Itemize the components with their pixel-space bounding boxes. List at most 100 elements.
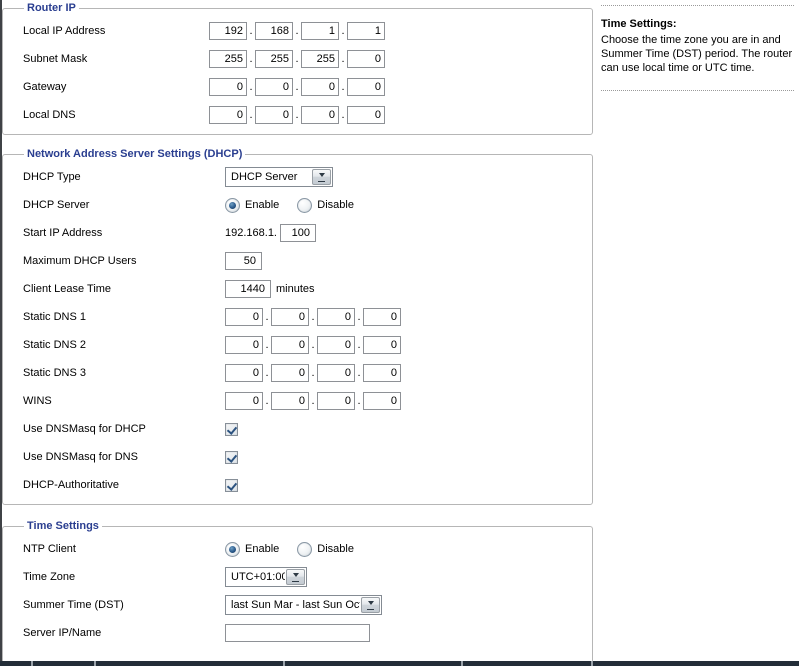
dnsmasq-dns-checkbox[interactable] bbox=[225, 451, 238, 464]
ntp-client-disable-radio[interactable] bbox=[297, 542, 312, 557]
dhcp-server-enable-radio[interactable] bbox=[225, 198, 240, 213]
local-ip-octet-4-input[interactable] bbox=[347, 22, 385, 40]
static-dns-3-input-group: . . . bbox=[225, 364, 401, 382]
ntp-client-row: NTP Client Enable Disable bbox=[23, 535, 592, 563]
chevron-down-icon bbox=[293, 573, 299, 580]
client-lease-time-unit: minutes bbox=[276, 283, 315, 295]
bottom-bar-divider bbox=[591, 661, 593, 666]
static-dns-2-label: Static DNS 2 bbox=[23, 339, 225, 351]
dnsmasq-dhcp-row: Use DNSMasq for DHCP bbox=[23, 415, 592, 443]
chevron-down-icon bbox=[367, 609, 374, 610]
wins-octet-1-input[interactable] bbox=[225, 392, 263, 410]
static-dns-2-octet-2-input[interactable] bbox=[271, 336, 309, 354]
dot-separator: . bbox=[247, 81, 255, 93]
chevron-down-icon bbox=[292, 581, 299, 582]
subnet-octet-1-input[interactable] bbox=[209, 50, 247, 68]
maximum-dhcp-users-input[interactable] bbox=[225, 252, 262, 270]
static-dns-1-octet-4-input[interactable] bbox=[363, 308, 401, 326]
local-dns-octet-4-input[interactable] bbox=[347, 106, 385, 124]
subnet-mask-input-group: . . . bbox=[209, 50, 385, 68]
bottom-bar-divider bbox=[283, 661, 285, 666]
ntp-client-radio-group: Enable Disable bbox=[225, 542, 358, 557]
dhcp-server-radio-group: Enable Disable bbox=[225, 198, 358, 213]
dhcp-server-label: DHCP Server bbox=[23, 199, 225, 211]
local-dns-octet-3-input[interactable] bbox=[301, 106, 339, 124]
dhcp-type-select[interactable]: DHCP Server bbox=[225, 167, 333, 187]
subnet-octet-3-input[interactable] bbox=[301, 50, 339, 68]
dot-separator: . bbox=[263, 339, 271, 351]
gateway-octet-1-input[interactable] bbox=[209, 78, 247, 96]
start-ip-address-row: Start IP Address 192.168.1. bbox=[23, 219, 592, 247]
dot-separator: . bbox=[309, 367, 317, 379]
subnet-mask-row: Subnet Mask . . . bbox=[23, 45, 592, 73]
time-zone-dropdown-button[interactable] bbox=[286, 569, 305, 585]
local-ip-octet-1-input[interactable] bbox=[209, 22, 247, 40]
bottom-bar-cut-off bbox=[0, 661, 799, 666]
local-ip-octet-3-input[interactable] bbox=[301, 22, 339, 40]
subnet-octet-4-input[interactable] bbox=[347, 50, 385, 68]
bottom-bar-divider bbox=[461, 661, 463, 666]
chevron-down-icon bbox=[319, 173, 325, 180]
dot-separator: . bbox=[247, 53, 255, 65]
dhcp-server-disable-radio[interactable] bbox=[297, 198, 312, 213]
dhcp-authoritative-checkbox[interactable] bbox=[225, 479, 238, 492]
summer-time-dropdown-button[interactable] bbox=[361, 597, 380, 613]
client-lease-time-input[interactable] bbox=[225, 280, 271, 298]
dhcp-type-selected-value: DHCP Server bbox=[226, 168, 311, 186]
dot-separator: . bbox=[355, 311, 363, 323]
static-dns-1-row: Static DNS 1 . . . bbox=[23, 303, 592, 331]
static-dns-2-octet-1-input[interactable] bbox=[225, 336, 263, 354]
local-dns-octet-2-input[interactable] bbox=[255, 106, 293, 124]
static-dns-3-octet-4-input[interactable] bbox=[363, 364, 401, 382]
dhcp-server-enable-radio-label: Enable bbox=[245, 199, 279, 211]
wins-input-group: . . . bbox=[225, 392, 401, 410]
wins-octet-2-input[interactable] bbox=[271, 392, 309, 410]
subnet-octet-2-input[interactable] bbox=[255, 50, 293, 68]
static-dns-3-octet-1-input[interactable] bbox=[225, 364, 263, 382]
help-panel: Time Settings: Choose the time zone you … bbox=[601, 5, 794, 91]
dot-separator: . bbox=[247, 25, 255, 37]
static-dns-2-octet-4-input[interactable] bbox=[363, 336, 401, 354]
gateway-octet-3-input[interactable] bbox=[301, 78, 339, 96]
dhcp-authoritative-label: DHCP-Authoritative bbox=[23, 479, 225, 491]
time-zone-row: Time Zone UTC+01:00 bbox=[23, 563, 592, 591]
maximum-dhcp-users-label: Maximum DHCP Users bbox=[23, 255, 225, 267]
local-dns-input-group: . . . bbox=[209, 106, 385, 124]
summer-time-selected-value: last Sun Mar - last Sun Oct bbox=[226, 596, 360, 614]
dot-separator: . bbox=[263, 311, 271, 323]
static-dns-1-input-group: . . . bbox=[225, 308, 401, 326]
dot-separator: . bbox=[355, 339, 363, 351]
maximum-dhcp-users-row: Maximum DHCP Users bbox=[23, 247, 592, 275]
router-ip-section: Router IP Local IP Address . . . Subnet … bbox=[2, 2, 593, 135]
dhcp-section-legend: Network Address Server Settings (DHCP) bbox=[24, 148, 245, 160]
static-dns-2-input-group: . . . bbox=[225, 336, 401, 354]
time-zone-select[interactable]: UTC+01:00 bbox=[225, 567, 307, 587]
dhcp-server-disable-radio-label: Disable bbox=[317, 199, 354, 211]
ntp-client-disable-radio-label: Disable bbox=[317, 543, 354, 555]
static-dns-1-octet-3-input[interactable] bbox=[317, 308, 355, 326]
static-dns-2-octet-3-input[interactable] bbox=[317, 336, 355, 354]
dot-separator: . bbox=[339, 81, 347, 93]
wins-octet-3-input[interactable] bbox=[317, 392, 355, 410]
gateway-octet-2-input[interactable] bbox=[255, 78, 293, 96]
gateway-octet-4-input[interactable] bbox=[347, 78, 385, 96]
wins-octet-4-input[interactable] bbox=[363, 392, 401, 410]
start-ip-last-octet-input[interactable] bbox=[280, 224, 316, 242]
gateway-label: Gateway bbox=[23, 81, 225, 93]
help-panel-text: Choose the time zone you are in and Summ… bbox=[601, 34, 794, 76]
dot-separator: . bbox=[293, 25, 301, 37]
static-dns-3-octet-3-input[interactable] bbox=[317, 364, 355, 382]
server-ip-name-label: Server IP/Name bbox=[23, 627, 225, 639]
static-dns-3-octet-2-input[interactable] bbox=[271, 364, 309, 382]
local-dns-octet-1-input[interactable] bbox=[209, 106, 247, 124]
dnsmasq-dns-row: Use DNSMasq for DNS bbox=[23, 443, 592, 471]
local-ip-octet-2-input[interactable] bbox=[255, 22, 293, 40]
dnsmasq-dhcp-checkbox[interactable] bbox=[225, 423, 238, 436]
static-dns-1-octet-1-input[interactable] bbox=[225, 308, 263, 326]
server-ip-name-input[interactable] bbox=[225, 624, 370, 642]
summer-time-select[interactable]: last Sun Mar - last Sun Oct bbox=[225, 595, 382, 615]
ntp-client-enable-radio[interactable] bbox=[225, 542, 240, 557]
dhcp-type-dropdown-button[interactable] bbox=[312, 169, 331, 185]
ntp-client-label: NTP Client bbox=[23, 543, 225, 555]
static-dns-1-octet-2-input[interactable] bbox=[271, 308, 309, 326]
